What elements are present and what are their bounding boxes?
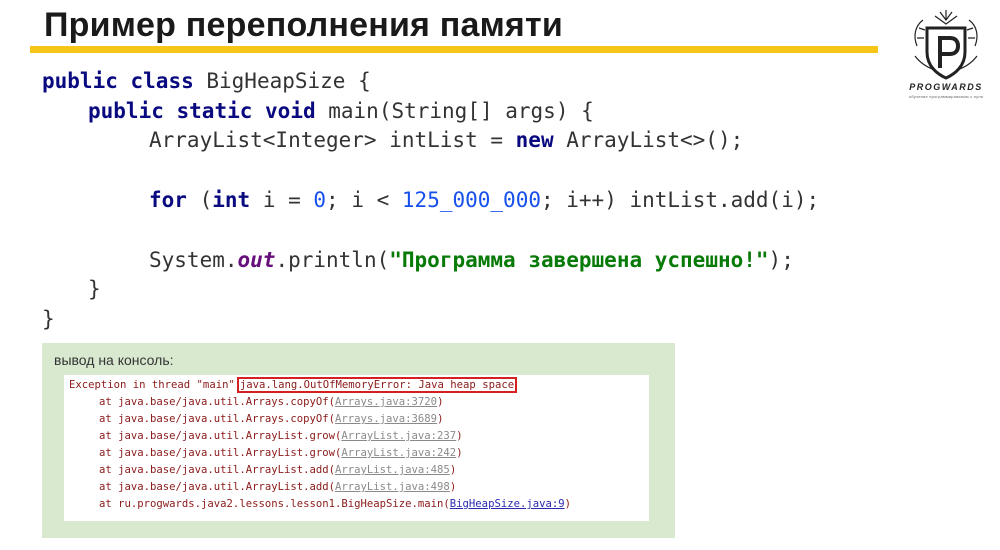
stack-frame-link[interactable]: Arrays.java:3720 xyxy=(335,396,437,408)
code-line-6: } xyxy=(88,277,101,301)
console-panel: вывод на консоль: Exception in thread "m… xyxy=(42,343,675,538)
stack-frame: at java.base/java.util.ArrayList.grow(Ar… xyxy=(99,447,463,459)
stack-frame: at java.base/java.util.ArrayList.grow(Ar… xyxy=(99,430,463,442)
progwards-logo: PROGWARDS обучение программированию с ну… xyxy=(905,6,987,106)
title-underline-bar xyxy=(30,46,878,53)
stack-frame-link[interactable]: Arrays.java:3689 xyxy=(335,413,437,425)
code-line-2: public static void main(String[] args) { xyxy=(88,99,594,123)
stack-frame: at java.base/java.util.ArrayList.add(Arr… xyxy=(99,464,457,476)
console-label: вывод на консоль: xyxy=(54,352,174,368)
stack-frame-link[interactable]: ArrayList.java:242 xyxy=(341,447,456,459)
code-line-1: public class BigHeapSize { xyxy=(42,69,371,93)
stack-frame: at java.base/java.util.Arrays.copyOf(Arr… xyxy=(99,413,444,425)
error-highlight-box: java.lang.OutOfMemoryError: Java heap sp… xyxy=(236,377,518,393)
code-line-7: } xyxy=(42,307,55,331)
shield-logo-icon xyxy=(914,10,978,80)
stack-frame-link[interactable]: ArrayList.java:485 xyxy=(335,464,450,476)
stack-frame: at java.base/java.util.Arrays.copyOf(Arr… xyxy=(99,396,444,408)
logo-name: PROGWARDS xyxy=(909,82,983,92)
stack-frame: at java.base/java.util.ArrayList.add(Arr… xyxy=(99,481,457,493)
console-output: Exception in thread "main" java.lang.OutO… xyxy=(64,375,649,521)
code-line-5: System.out.println("Программа завершена … xyxy=(149,248,794,272)
logo-tagline: обучение программированию с нуля xyxy=(908,94,984,99)
code-line-3: ArrayList<Integer> intList = new ArrayLi… xyxy=(149,128,744,152)
exception-line: Exception in thread "main" java.lang.OutO… xyxy=(69,377,518,393)
stack-frame: at ru.progwards.java2.lessons.lesson1.Bi… xyxy=(99,498,571,510)
slide-title: Пример переполнения памяти xyxy=(44,6,563,44)
stack-frame-link[interactable]: ArrayList.java:498 xyxy=(335,481,450,493)
stack-frame-link[interactable]: ArrayList.java:237 xyxy=(341,430,456,442)
code-block: public class BigHeapSize { public static… xyxy=(42,67,819,331)
code-line-4: for (int i = 0; i < 125_000_000; i++) in… xyxy=(149,188,820,212)
stack-frame-link[interactable]: BigHeapSize.java:9 xyxy=(450,498,565,510)
